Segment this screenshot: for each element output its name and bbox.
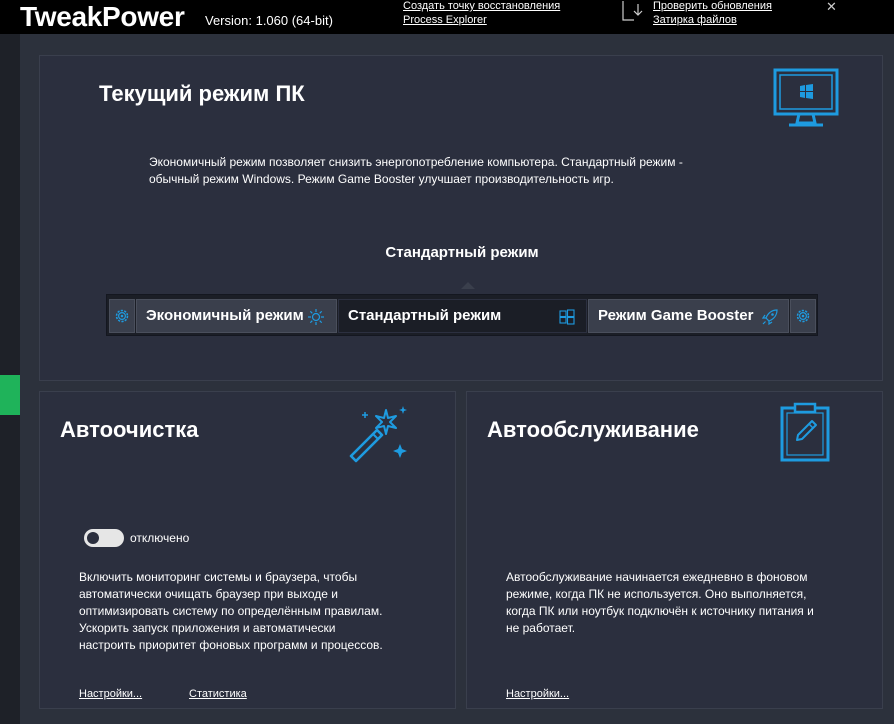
monitor-windows-icon xyxy=(773,68,839,130)
game-booster-mode-button[interactable]: Режим Game Booster xyxy=(588,299,789,333)
check-updates-icon[interactable] xyxy=(621,0,645,22)
clipboard-pen-icon xyxy=(779,402,831,464)
game-mode-settings-gear-icon[interactable] xyxy=(790,299,816,333)
auto-clean-description-line5: настроить приоритет фоновых программ и п… xyxy=(79,638,383,652)
auto-maintenance-panel: Автообслуживание Автообслуживание начина… xyxy=(466,391,883,709)
active-nav-indicator[interactable] xyxy=(0,375,20,415)
app-name: TweakPower xyxy=(20,1,185,32)
app-version: Version: 1.060 (64-bit) xyxy=(205,13,333,28)
auto-clean-title: Автоочистка xyxy=(60,417,199,442)
file-shredder-link[interactable]: Затирка файлов xyxy=(653,14,737,27)
eco-mode-settings-gear-icon[interactable] xyxy=(109,299,135,333)
auto-clean-panel: Автоочистка отключено Включить мониторин… xyxy=(39,391,456,709)
current-mode-label: Стандартный режим xyxy=(385,244,539,261)
auto-clean-description-line4: Ускорить запуск приложения и автоматичес… xyxy=(79,621,336,635)
auto-clean-description-line2: автоматически очищать браузер при выходе… xyxy=(79,587,338,601)
check-updates-link[interactable]: Проверить обновления xyxy=(653,0,772,13)
auto-clean-description-line3: оптимизировать систему по определённым п… xyxy=(79,604,383,618)
auto-maintenance-description-line1: Автообслуживание начинается ежедневно в … xyxy=(506,570,808,584)
close-icon[interactable]: ✕ xyxy=(826,0,842,14)
auto-maintenance-description-line3: когда ПК или ноутбук подключён к источни… xyxy=(506,604,814,618)
create-restore-point-link[interactable]: Создать точку восстановления xyxy=(403,0,560,13)
mode-pointer xyxy=(461,282,475,289)
pc-mode-title: Текущий режим ПК xyxy=(99,81,305,106)
auto-clean-description-line1: Включить мониторинг системы и браузера, … xyxy=(79,570,358,584)
eco-mode-button[interactable]: Экономичный режим xyxy=(136,299,337,333)
toggle-knob xyxy=(87,532,99,544)
process-explorer-link[interactable]: Process Explorer xyxy=(403,14,487,27)
standard-mode-label: Стандартный режим xyxy=(348,307,502,324)
rocket-icon xyxy=(761,308,779,326)
title-bar: TweakPower Version: 1.060 (64-bit) Созда… xyxy=(0,0,894,34)
pc-mode-description-line1: Экономичный режим позволяет снизить энер… xyxy=(149,155,683,169)
pc-mode-description-line2: обычный режим Windows. Режим Game Booste… xyxy=(149,172,614,186)
auto-clean-settings-link[interactable]: Настройки... xyxy=(79,688,142,700)
auto-maintenance-title: Автообслуживание xyxy=(487,417,699,442)
auto-clean-toggle-label: отключено xyxy=(130,531,190,545)
auto-clean-toggle[interactable] xyxy=(84,529,124,547)
auto-maintenance-description-line2: режиме, когда ПК не используется. Оно вы… xyxy=(506,587,807,601)
sun-icon xyxy=(307,308,325,326)
game-booster-mode-label: Режим Game Booster xyxy=(598,307,754,324)
pc-mode-panel: Текущий режим ПК Экономичный режим позво… xyxy=(39,55,883,381)
magic-wand-icon xyxy=(345,402,411,466)
auto-clean-statistics-link[interactable]: Статистика xyxy=(189,688,247,700)
mode-selector: Экономичный режим Стандартный режим Режи… xyxy=(106,294,818,336)
auto-maintenance-settings-link[interactable]: Настройки... xyxy=(506,688,569,700)
eco-mode-label: Экономичный режим xyxy=(146,307,304,324)
auto-maintenance-description-line4: не работает. xyxy=(506,621,576,635)
standard-mode-button[interactable]: Стандартный режим xyxy=(338,299,587,333)
windows-logo-icon xyxy=(558,308,576,326)
